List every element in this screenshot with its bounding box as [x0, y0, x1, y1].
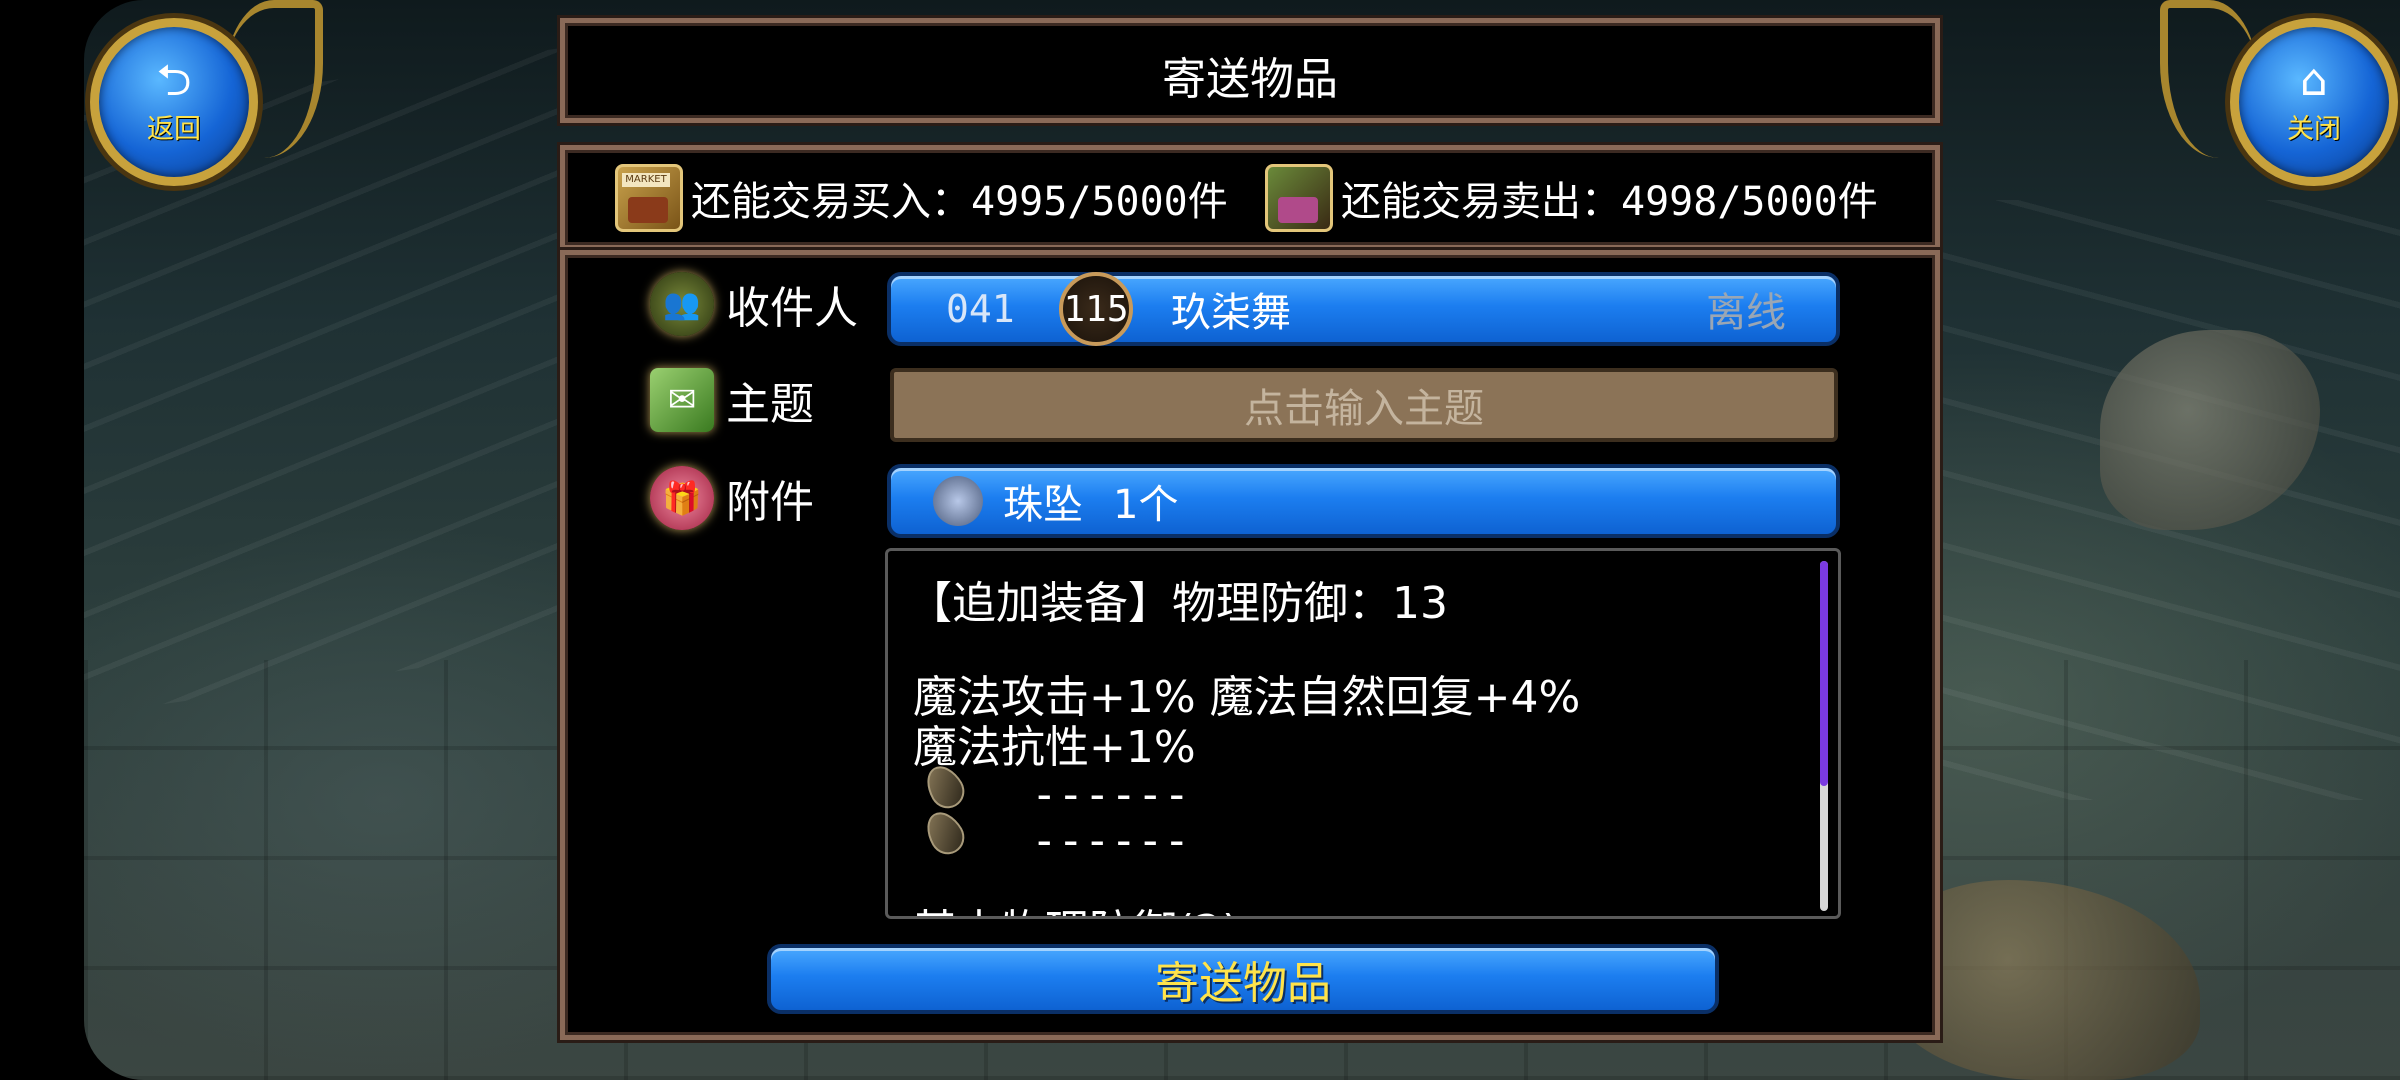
desc-line-cut: 基本物理防御(2): [913, 895, 1239, 916]
recipient-name: 玖柒舞: [1171, 290, 1291, 336]
close-button[interactable]: ⌂ 关闭: [2230, 18, 2398, 186]
send-item-label: 寄送物品: [1155, 958, 1331, 1009]
desc-scrollbar-thumb[interactable]: [1820, 561, 1828, 786]
page-title: 寄送物品: [1162, 54, 1338, 105]
item-description-box[interactable]: 【追加装备】物理防御：13 魔法攻击+1% 魔法自然回复+4% 魔法抗性+1% …: [885, 548, 1841, 919]
back-label: 返回: [147, 113, 201, 145]
level-badge: 115: [1059, 272, 1133, 346]
close-label: 关闭: [2287, 113, 2341, 145]
envelope-icon: ✉: [650, 368, 714, 432]
trade-limit-panel: MARKET 还能交易买入： 4995/5000件 还能交易卖出： 4998/5…: [560, 145, 1940, 250]
recipient-field[interactable]: 041 115 玖柒舞 离线: [887, 272, 1840, 346]
gem-socket-icon: [919, 805, 971, 861]
attachment-field[interactable]: 珠坠 1个: [887, 464, 1840, 538]
home-icon: ⌂: [2300, 54, 2328, 106]
title-panel: 寄送物品: [560, 18, 1940, 123]
buy-limit: MARKET 还能交易买入： 4995/5000件: [615, 164, 1228, 232]
attachment-label: 附件: [726, 477, 814, 528]
subject-label: 主题: [726, 379, 814, 430]
people-icon: 👥: [650, 272, 714, 336]
recipient-row-label: 👥 收件人: [650, 272, 858, 336]
buy-limit-label: 还能交易买入：: [691, 179, 971, 225]
attachment-count: 1个: [1113, 482, 1179, 528]
recipient-level: 115: [1063, 288, 1129, 330]
pendant-icon: [933, 476, 983, 526]
return-arrow-icon: ⮌: [156, 54, 192, 106]
market-icon: MARKET: [615, 164, 683, 232]
vendor-stall-icon: [1265, 164, 1333, 232]
buy-limit-value: 4995/5000件: [971, 179, 1228, 225]
socket-slot-2: ------: [919, 805, 1190, 866]
sell-limit: 还能交易卖出： 4998/5000件: [1265, 164, 1878, 232]
attachment-row-label: 🎁 附件: [650, 466, 814, 530]
recipient-label: 收件人: [726, 283, 858, 334]
back-button[interactable]: ⮌ 返回: [90, 18, 258, 186]
subject-row-label: ✉ 主题: [650, 368, 814, 432]
attachment-item: 珠坠: [1003, 482, 1083, 528]
sell-limit-value: 4998/5000件: [1621, 179, 1878, 225]
send-item-button[interactable]: 寄送物品: [767, 944, 1719, 1014]
subject-input[interactable]: 点击输入主题: [890, 368, 1838, 442]
gift-icon: 🎁: [650, 466, 714, 530]
desc-line-1: 【追加装备】物理防御：13: [908, 578, 1448, 629]
recipient-id: 041: [946, 287, 1015, 331]
sell-limit-label: 还能交易卖出：: [1341, 179, 1621, 225]
recipient-status: 离线: [1706, 290, 1786, 336]
